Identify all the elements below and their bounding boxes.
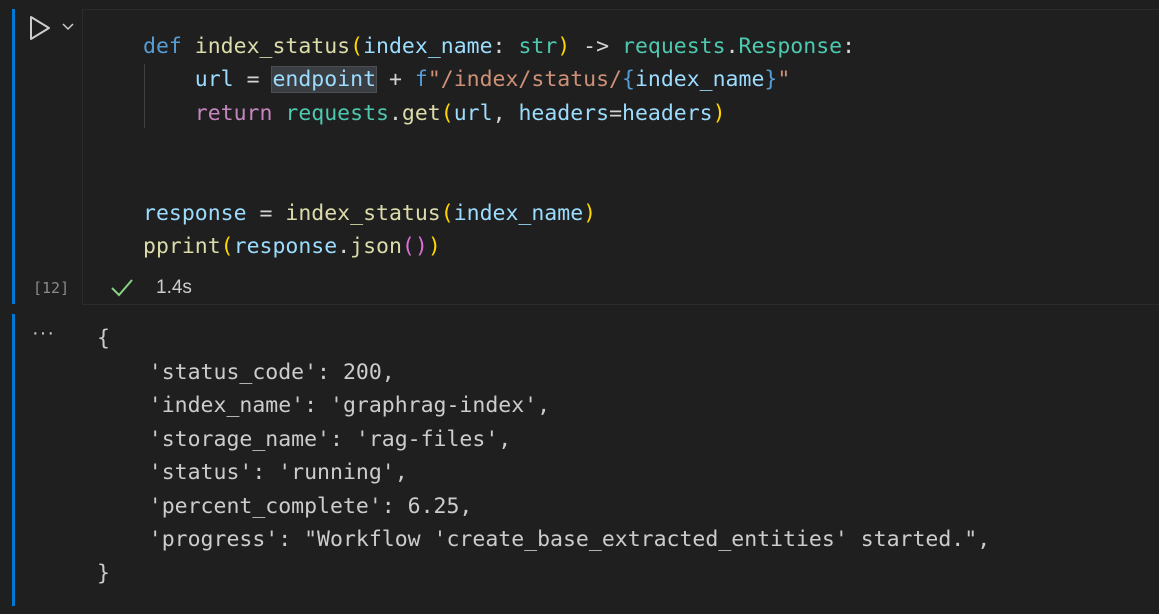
string-literal: "/index/status/ [427,67,622,93]
operator: -> [570,34,623,59]
bracket: ( [440,100,454,126]
bracket: ) [427,234,441,260]
output-line: 'index_name': 'graphrag-index', [97,393,551,418]
keyword-argument: headers [518,100,610,126]
bracket: ( [220,234,234,260]
operator: = [233,67,273,93]
output-line: 'percent_complete': 6.25, [97,493,473,519]
function-name: get [401,100,441,126]
interpolation-brace: { [622,67,635,93]
string-literal: " [777,67,791,93]
output-line: } [97,560,110,586]
code-line: response = index_status(index_name) [143,197,855,230]
punctuation: . [388,100,402,126]
execution-time: 1.4s [156,277,192,298]
output-line: { [97,326,110,351]
run-cell-button[interactable] [28,15,52,41]
notebook-cell: def index_status(index_name: str) -> req… [0,0,1159,306]
function-name: index_status [285,200,441,226]
play-icon [30,16,50,40]
return-type: Response [738,34,843,59]
output-line: 'progress': "Workflow 'create_base_extra… [97,527,991,552]
method-name: json [350,234,402,260]
code-line: url = endpoint + f"/index/status/{index_… [143,63,855,96]
parameter: index_name [363,34,493,59]
function-name: pprint [143,234,221,260]
operator: = [609,100,623,126]
fstring-prefix: f [414,67,428,93]
keyword: return [194,100,273,126]
variable: response [233,234,338,260]
punctuation: . [337,234,351,260]
interpolated-variable: index_name [634,67,765,93]
punctuation: , [492,100,519,126]
keyword: def [143,34,182,59]
bracket: ( [350,34,364,59]
argument: index_name [453,200,584,226]
punctuation: : [492,34,519,59]
cell-focus-indicator [12,9,15,304]
bracket: ) [557,34,571,59]
execution-count: [12] [33,279,70,297]
code-line: def index_status(index_name: str) -> req… [143,30,855,63]
run-options-dropdown[interactable] [60,19,76,35]
argument: url [453,100,493,126]
output-line: 'status_code': 200, [97,359,395,385]
function-name: index_status [194,34,351,59]
code-line: return requests.get(url, headers=headers… [143,97,855,130]
punctuation: . [725,34,739,59]
bracket: ( [440,200,454,226]
operator: = [246,200,286,226]
output-focus-indicator [12,314,15,606]
type-annotation: str [518,34,558,59]
punctuation: : [842,34,856,59]
output-line: 'storage_name': 'rag-files', [97,426,512,452]
bracket: ) [583,200,597,226]
bracket: ) [414,234,428,260]
code-line-empty [143,130,855,163]
code-line: pprint(response.json()) [143,230,855,263]
variable: response [143,200,247,226]
highlighted-variable[interactable]: endpoint [271,66,378,94]
bracket: ( [401,234,415,260]
cell-output[interactable]: { 'status_code': 200, 'index_name': 'gra… [97,322,990,590]
module-name: requests [285,100,389,126]
operator: + [376,67,415,93]
code-line-empty [143,164,855,197]
interpolation-brace: } [764,67,778,93]
output-line: 'status': 'running', [97,460,408,485]
module-name: requests [622,34,726,59]
check-icon [110,277,134,299]
variable: url [194,67,234,93]
argument: headers [622,100,713,126]
bracket: ) [712,100,726,126]
output-more-actions-button[interactable]: ··· [32,322,55,345]
code-content[interactable]: def index_status(index_name: str) -> req… [143,30,855,264]
chevron-down-icon [62,23,74,31]
